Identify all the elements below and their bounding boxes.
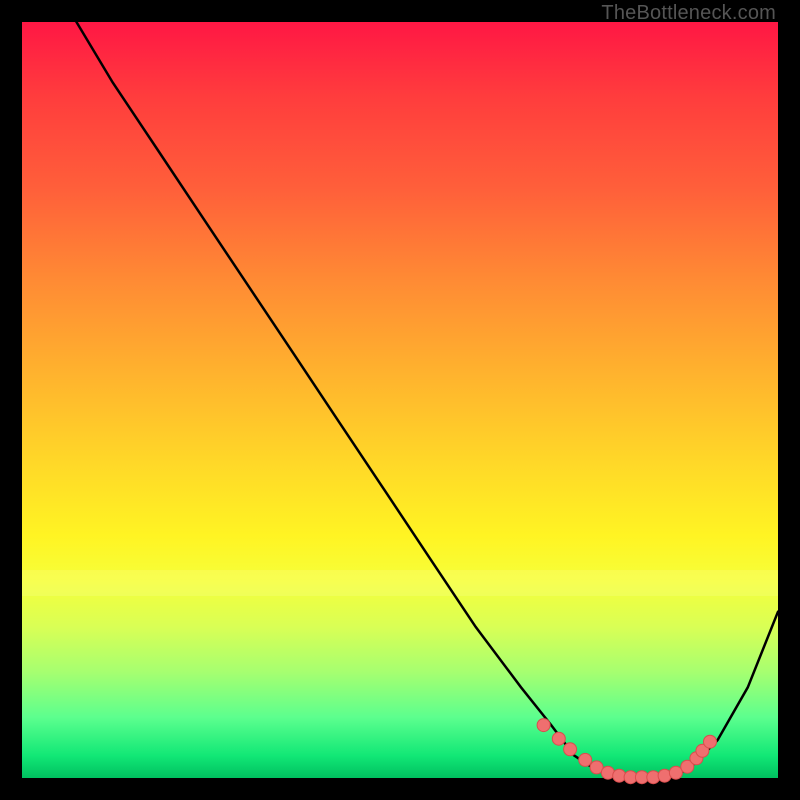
optimal-dot-group xyxy=(537,719,716,784)
watermark-text: TheBottleneck.com xyxy=(601,2,776,25)
chart-frame: TheBottleneck.com xyxy=(0,0,800,800)
optimal-dot xyxy=(552,732,565,745)
optimal-dot xyxy=(669,766,682,779)
optimal-dot xyxy=(537,719,550,732)
optimal-dot xyxy=(704,735,717,748)
optimal-dot xyxy=(564,743,577,756)
bottleneck-curve xyxy=(22,0,778,778)
optimal-dot xyxy=(579,753,592,766)
chart-plot-area xyxy=(22,22,778,778)
chart-svg xyxy=(22,22,778,778)
optimal-dot xyxy=(613,769,626,782)
